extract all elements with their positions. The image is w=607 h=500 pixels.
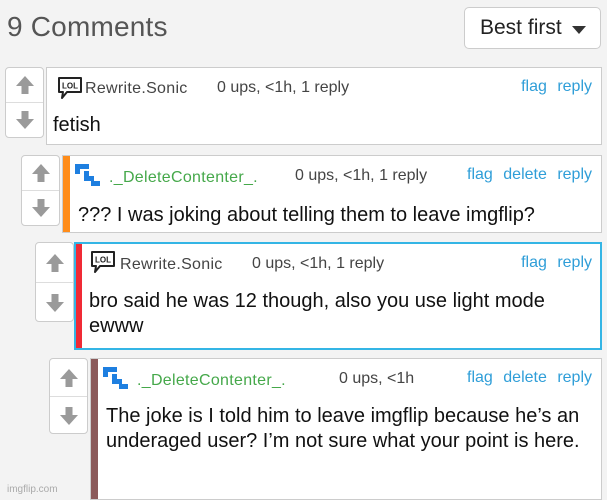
thread-color-bar (91, 359, 98, 499)
comment-card: ._DeleteContenter_. 0 ups, <1h flag dele… (90, 358, 602, 500)
comment-item: LOL Rewrite.Sonic 0 ups, <1h, 1 reply fl… (35, 242, 607, 350)
arrow-up-icon (15, 76, 34, 94)
comment-card: LOL Rewrite.Sonic 0 ups, <1h, 1 reply fl… (46, 67, 602, 145)
comment-item: ._DeleteContenter_. 0 ups, <1h, 1 reply … (21, 155, 607, 233)
flag-link[interactable]: flag (521, 78, 547, 95)
downvote-button[interactable] (6, 102, 43, 137)
chevron-down-icon (572, 26, 586, 34)
comment-meta: 0 ups, <1h, 1 reply (252, 255, 385, 272)
comments-header-title: 9 Comments (7, 11, 168, 42)
arrow-up-icon (45, 253, 64, 272)
arrow-up-icon (31, 164, 50, 182)
reply-link[interactable]: reply (557, 369, 592, 386)
comment-item: ._DeleteContenter_. 0 ups, <1h flag dele… (49, 358, 607, 500)
comment-meta: 0 ups, <1h, 1 reply (217, 79, 350, 96)
comment-username[interactable]: Rewrite.Sonic (120, 256, 223, 274)
downvote-button[interactable] (22, 190, 59, 225)
watermark: imgflip.com (7, 484, 58, 495)
upvote-button[interactable] (50, 359, 87, 396)
flag-link[interactable]: flag (467, 369, 493, 386)
sort-select-value: Best first (480, 16, 562, 39)
comment-actions: flag delete reply (461, 166, 592, 184)
comment-card: ._DeleteContenter_. 0 ups, <1h, 1 reply … (62, 155, 602, 233)
flag-link[interactable]: flag (467, 166, 493, 183)
downvote-button[interactable] (36, 282, 73, 322)
arrow-down-icon (31, 199, 50, 217)
comment-username[interactable]: ._DeleteContenter_. (109, 169, 258, 187)
blocks-icon (103, 367, 133, 396)
comment-body: bro said he was 12 though, also you use … (89, 290, 545, 337)
comment-meta: 0 ups, <1h, 1 reply (295, 167, 428, 184)
reply-link[interactable]: reply (557, 254, 592, 271)
svg-text:LOL: LOL (62, 82, 78, 91)
arrow-up-icon (59, 368, 78, 387)
arrow-down-icon (15, 111, 34, 129)
arrow-down-icon (59, 406, 78, 425)
flag-link[interactable]: flag (521, 254, 547, 271)
blocks-icon (75, 164, 105, 193)
comment-card: LOL Rewrite.Sonic 0 ups, <1h, 1 reply fl… (74, 242, 602, 350)
comment-body: The joke is I told him to leave imgflip … (106, 405, 580, 452)
thread-color-bar (63, 156, 70, 232)
lol-icon: LOL (90, 250, 116, 279)
comment-body: ??? I was joking about telling them to l… (78, 204, 535, 226)
comment-actions: flag delete reply (461, 369, 592, 387)
upvote-button[interactable] (22, 156, 59, 190)
vote-controls (35, 242, 74, 322)
vote-controls (49, 358, 88, 434)
arrow-down-icon (45, 293, 64, 312)
downvote-button[interactable] (50, 396, 87, 434)
comment-username[interactable]: ._DeleteContenter_. (137, 372, 286, 390)
comment-actions: flag reply (515, 254, 592, 272)
vote-controls (21, 155, 60, 226)
comment-item: LOL Rewrite.Sonic 0 ups, <1h, 1 reply fl… (5, 67, 607, 145)
delete-link[interactable]: delete (503, 369, 547, 386)
sort-select[interactable]: Best first (464, 7, 601, 49)
upvote-button[interactable] (36, 243, 73, 282)
reply-link[interactable]: reply (557, 78, 592, 95)
comment-body: fetish (53, 114, 101, 136)
delete-link[interactable]: delete (503, 166, 547, 183)
comment-username[interactable]: Rewrite.Sonic (85, 80, 188, 98)
svg-text:LOL: LOL (95, 256, 111, 265)
lol-icon: LOL (57, 76, 83, 105)
comment-meta: 0 ups, <1h (339, 370, 415, 387)
thread-color-bar (76, 244, 82, 348)
reply-link[interactable]: reply (557, 166, 592, 183)
upvote-button[interactable] (6, 68, 43, 102)
vote-controls (5, 67, 44, 138)
comment-actions: flag reply (515, 78, 592, 96)
